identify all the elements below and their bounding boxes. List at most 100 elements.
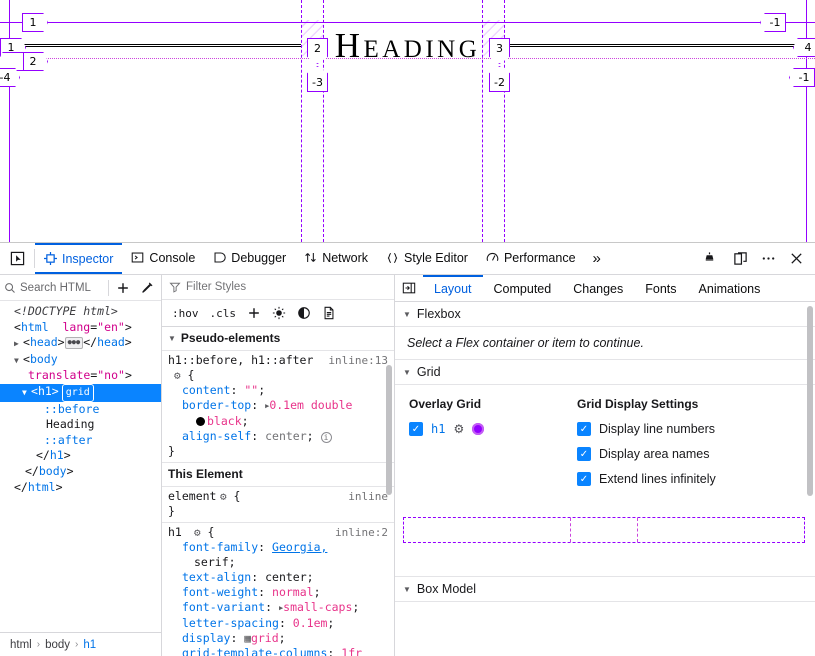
tree-line-before[interactable]: ::before <box>0 402 161 418</box>
rule-pseudo-selector[interactable]: h1::before, h1::after <box>168 353 313 368</box>
breadcrumb-item-body[interactable]: body <box>45 639 70 651</box>
decl-letter-spacing[interactable]: letter-spacing: 0.1em; <box>168 616 388 631</box>
info-icon[interactable]: i <box>321 432 332 443</box>
tree-line-head[interactable]: ▶<head>●●●</head> <box>0 335 161 352</box>
accordion-grid[interactable]: ▼ Grid <box>395 360 815 385</box>
decl-gtc-value[interactable]: 1fr <box>341 646 362 656</box>
display-area-names-checkbox[interactable]: ✓ <box>577 447 591 461</box>
tab-performance[interactable]: Performance <box>477 243 585 274</box>
setting-display-area-names[interactable]: ✓ Display area names <box>577 447 815 461</box>
decl-content-value[interactable]: "" <box>244 383 258 397</box>
rule-pseudo[interactable]: h1::before, h1::after inline:13 ⚙ { cont… <box>162 351 394 463</box>
gear-icon[interactable]: ⚙ <box>174 368 181 383</box>
markup-tree[interactable]: <!DOCTYPE html> <html lang="en"> ▶<head>… <box>0 301 161 632</box>
grid-line-badge-row-2[interactable]: 2 <box>22 52 48 71</box>
rule-h1-source[interactable]: inline:2 <box>335 525 388 540</box>
tree-line-h1-close[interactable]: </h1> <box>0 448 161 464</box>
rule-pseudo-source[interactable]: inline:13 <box>328 353 388 368</box>
tree-line-doctype[interactable]: <!DOCTYPE html> <box>0 304 161 320</box>
screenshot-icon[interactable] <box>696 246 722 272</box>
tab-layout[interactable]: Layout <box>423 275 483 301</box>
tree-line-html-close[interactable]: </html> <box>0 480 161 496</box>
tree-twisty-body[interactable]: ▼ <box>14 353 23 369</box>
setting-display-line-numbers[interactable]: ✓ Display line numbers <box>577 422 815 436</box>
expand-pane-icon[interactable] <box>395 275 423 301</box>
tree-line-text[interactable]: Heading <box>0 417 161 433</box>
tree-line-h1-selected[interactable]: ▼<h1>grid <box>0 384 161 402</box>
setting-extend-lines[interactable]: ✓ Extend lines infinitely <box>577 472 815 486</box>
filter-styles-input[interactable]: Filter Styles <box>162 275 394 300</box>
grid-line-badge-col-n1[interactable]: -1 <box>789 68 815 87</box>
grid-outline-preview[interactable] <box>403 517 805 543</box>
class-toggle[interactable]: .cls <box>206 306 241 321</box>
rule-element-inline[interactable]: element inline ⚙ { } <box>162 487 394 523</box>
decl-grid-template-columns[interactable]: grid-template-columns: 1fr <box>168 646 388 656</box>
eyedropper-icon[interactable] <box>137 278 157 298</box>
grid-line-badge-row-n1[interactable]: -1 <box>760 13 786 32</box>
decl-border-top-color[interactable]: black; <box>168 414 388 429</box>
decl-font-weight[interactable]: font-weight: normal; <box>168 585 388 600</box>
decl-align-self-value[interactable]: center <box>265 429 307 443</box>
rule-h1[interactable]: h1 inline:2 ⚙ { font-family: Georgia, se… <box>162 523 394 656</box>
breadcrumb-item-html[interactable]: html <box>10 639 32 651</box>
tree-line-html-open[interactable]: <html lang="en"> <box>0 320 161 336</box>
decl-text-align-value[interactable]: center <box>265 570 307 584</box>
decl-display[interactable]: display: ▦grid; <box>168 631 388 646</box>
tab-debugger[interactable]: Debugger <box>204 243 295 274</box>
grid-toggle-icon[interactable]: ▦ <box>244 631 251 646</box>
search-html-input[interactable]: Search HTML <box>4 282 104 294</box>
decl-display-value[interactable]: grid <box>251 631 279 645</box>
decl-align-self[interactable]: align-self: center; i <box>168 429 388 444</box>
grid-display-badge[interactable]: grid <box>62 384 94 402</box>
decl-font-family[interactable]: font-family: Georgia, <box>168 540 388 555</box>
rules-scrollbar[interactable] <box>386 365 392 495</box>
grid-preview-cell-2[interactable] <box>571 518 639 542</box>
overlay-grid-checkbox[interactable]: ✓ <box>409 422 423 436</box>
tree-twisty-h1[interactable]: ▼ <box>22 385 31 401</box>
inspected-page-viewport[interactable]: Heading 1 -1 1 4 2 -4 -1 2 -3 3 -2 <box>0 0 815 242</box>
light-color-scheme-button[interactable] <box>268 303 290 323</box>
decl-font-variant-value[interactable]: small-caps <box>283 600 352 614</box>
decl-font-variant[interactable]: font-variant: ▶small-caps; <box>168 600 388 616</box>
color-swatch-black[interactable] <box>196 417 205 426</box>
responsive-design-mode-icon[interactable] <box>727 246 753 272</box>
tree-line-after[interactable]: ::after <box>0 433 161 449</box>
section-pseudo-elements[interactable]: ▼ Pseudo-elements <box>162 327 394 351</box>
tree-line-body-close[interactable]: </body> <box>0 464 161 480</box>
pseudo-class-toggle[interactable]: :hov <box>168 306 203 321</box>
grid-color-swatch[interactable] <box>472 423 484 435</box>
tree-twisty-head[interactable]: ▶ <box>14 336 23 352</box>
section-this-element[interactable]: This Element <box>162 463 394 487</box>
element-picker-icon[interactable] <box>0 243 34 274</box>
rule-h1-selector[interactable]: h1 <box>168 525 182 540</box>
rules-list[interactable]: ▼ Pseudo-elements h1::before, h1::after … <box>162 327 394 656</box>
tab-console[interactable]: Console <box>122 243 204 274</box>
tree-line-body-open[interactable]: ▼<body <box>0 352 161 369</box>
gear-icon-element[interactable]: ⚙ <box>220 489 227 504</box>
grid-preview-cell-1[interactable] <box>404 518 571 542</box>
close-icon[interactable] <box>783 246 809 272</box>
layout-scrollbar[interactable] <box>807 306 813 496</box>
decl-font-weight-value[interactable]: normal <box>272 585 314 599</box>
grid-line-badge-col-4[interactable]: 4 <box>793 38 815 57</box>
tab-animations[interactable]: Animations <box>688 275 772 301</box>
gear-icon-h1[interactable]: ⚙ <box>194 525 201 540</box>
tab-fonts[interactable]: Fonts <box>634 275 687 301</box>
overlay-grid-element-name[interactable]: h1 <box>431 422 445 436</box>
accordion-box-model[interactable]: ▼ Box Model <box>395 576 815 602</box>
print-simulation-button[interactable] <box>318 303 340 323</box>
plus-icon[interactable] <box>113 278 133 298</box>
grid-line-badge-row-1[interactable]: 1 <box>22 13 48 32</box>
tab-inspector[interactable]: Inspector <box>35 243 122 274</box>
tab-network[interactable]: Network <box>295 243 377 274</box>
breadcrumb-item-h1[interactable]: h1 <box>83 639 96 651</box>
decl-content[interactable]: content: ""; <box>168 383 388 398</box>
dark-color-scheme-button[interactable] <box>293 303 315 323</box>
overlay-grid-item-h1[interactable]: ✓ h1 ⚙ <box>409 422 577 436</box>
tab-style-editor[interactable]: Style Editor <box>377 243 477 274</box>
extend-lines-checkbox[interactable]: ✓ <box>577 472 591 486</box>
decl-font-family-value[interactable]: Georgia, <box>272 540 327 554</box>
toolbar-overflow-button[interactable]: » <box>585 243 609 274</box>
display-line-numbers-checkbox[interactable]: ✓ <box>577 422 591 436</box>
collapsed-children-icon[interactable]: ●●● <box>65 337 84 349</box>
